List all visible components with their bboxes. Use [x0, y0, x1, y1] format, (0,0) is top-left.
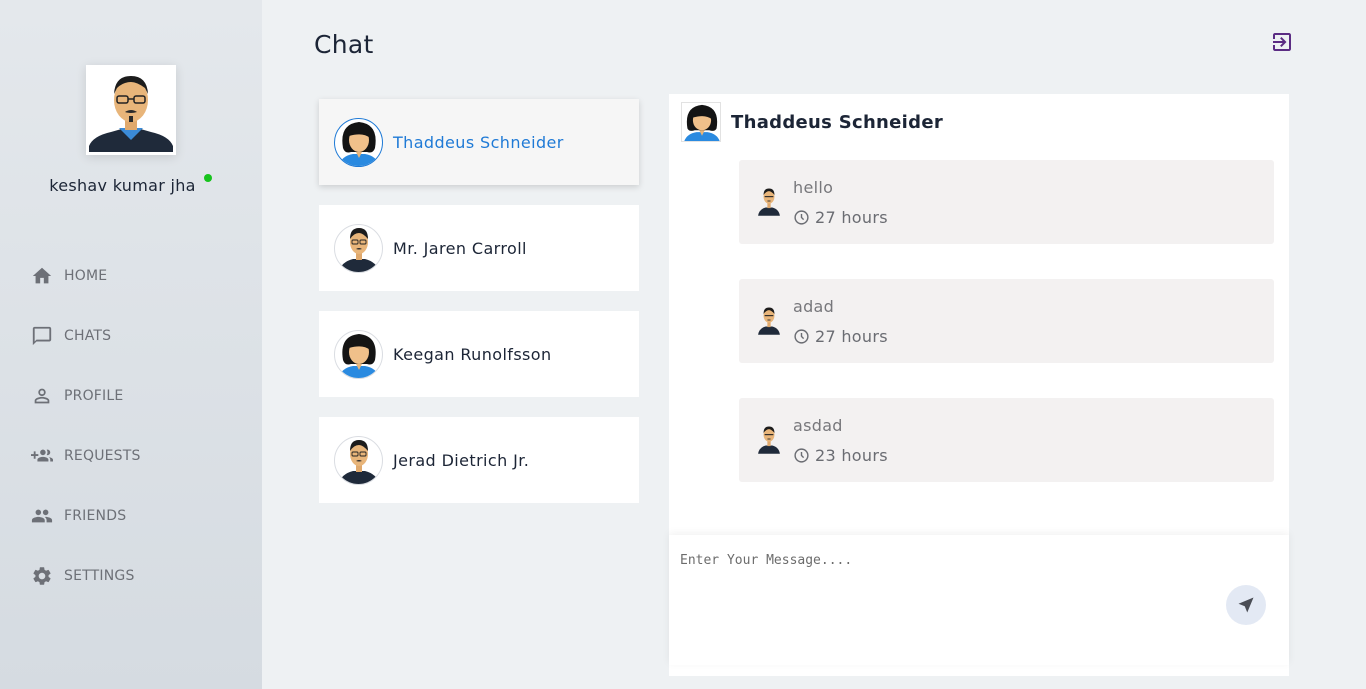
recipient-avatar [681, 102, 721, 142]
person-icon [30, 384, 54, 408]
clock-icon [794, 210, 809, 225]
contact-name: Thaddeus Schneider [393, 132, 564, 152]
page-title: Chat [314, 30, 374, 59]
nav-label: CHATS [64, 328, 112, 344]
male-avatar-icon [757, 305, 781, 335]
message-text: adad [793, 297, 835, 316]
contact-item[interactable]: Keegan Runolfsson [319, 311, 639, 397]
nav-item-friends[interactable]: FRIENDS [30, 496, 230, 536]
message-time: 23 hours [815, 446, 888, 465]
nav-label: SETTINGS [64, 568, 135, 584]
online-status-dot [204, 174, 212, 182]
contact-name: Keegan Runolfsson [393, 344, 552, 364]
male-avatar-icon [757, 424, 781, 454]
sidebar: keshav kumar jha HOME CHATS PROFILE REQU… [0, 0, 262, 689]
message-text: hello [793, 178, 834, 197]
clock-icon [794, 448, 809, 463]
message-time: 27 hours [815, 327, 888, 346]
send-icon [1238, 597, 1254, 613]
message-timestamp: 27 hours [793, 208, 888, 227]
chat-bubble-icon [30, 324, 54, 348]
contact-item[interactable]: Jerad Dietrich Jr. [319, 417, 639, 503]
female-avatar-icon [334, 329, 383, 379]
nav-item-home[interactable]: HOME [30, 256, 230, 296]
message-bubble: adad 27 hours [739, 279, 1274, 363]
message-timestamp: 23 hours [793, 446, 888, 465]
nav-label: HOME [64, 268, 108, 284]
send-button[interactable] [1226, 585, 1266, 625]
gear-icon [30, 564, 54, 588]
male-avatar-icon [757, 186, 781, 216]
male-avatar-icon [334, 223, 383, 273]
add-group-icon [30, 444, 54, 468]
message-input[interactable] [669, 535, 1209, 665]
home-icon [30, 264, 54, 288]
contact-item[interactable]: Mr. Jaren Carroll [319, 205, 639, 291]
nav-label: PROFILE [64, 388, 124, 404]
logout-button[interactable] [1270, 30, 1294, 54]
message-composer [669, 535, 1289, 665]
female-avatar-icon [682, 103, 720, 141]
logout-icon [1273, 33, 1291, 51]
message-bubble: hello 27 hours [739, 160, 1274, 244]
message-time: 27 hours [815, 208, 888, 227]
nav-item-requests[interactable]: REQUESTS [30, 436, 230, 476]
nav-item-profile[interactable]: PROFILE [30, 376, 230, 416]
recipient-name: Thaddeus Schneider [731, 112, 944, 133]
contact-name: Jerad Dietrich Jr. [393, 450, 530, 470]
message-timestamp: 27 hours [793, 327, 888, 346]
contact-name: Mr. Jaren Carroll [393, 238, 527, 258]
nav-label: FRIENDS [64, 508, 127, 524]
nav-item-chats[interactable]: CHATS [30, 316, 230, 356]
female-avatar-icon [334, 117, 383, 167]
message-text: asdad [793, 416, 843, 435]
clock-icon [794, 329, 809, 344]
group-icon [30, 504, 54, 528]
chat-panel: Thaddeus Schneider hello 27 hours adad 2… [669, 94, 1289, 676]
nav-label: REQUESTS [64, 448, 141, 464]
male-avatar-icon [334, 435, 383, 485]
message-bubble: asdad 23 hours [739, 398, 1274, 482]
nav-item-settings[interactable]: SETTINGS [30, 556, 230, 596]
male-avatar-icon [89, 68, 173, 152]
contact-item[interactable]: Thaddeus Schneider [319, 99, 639, 185]
profile-avatar[interactable] [86, 65, 176, 155]
